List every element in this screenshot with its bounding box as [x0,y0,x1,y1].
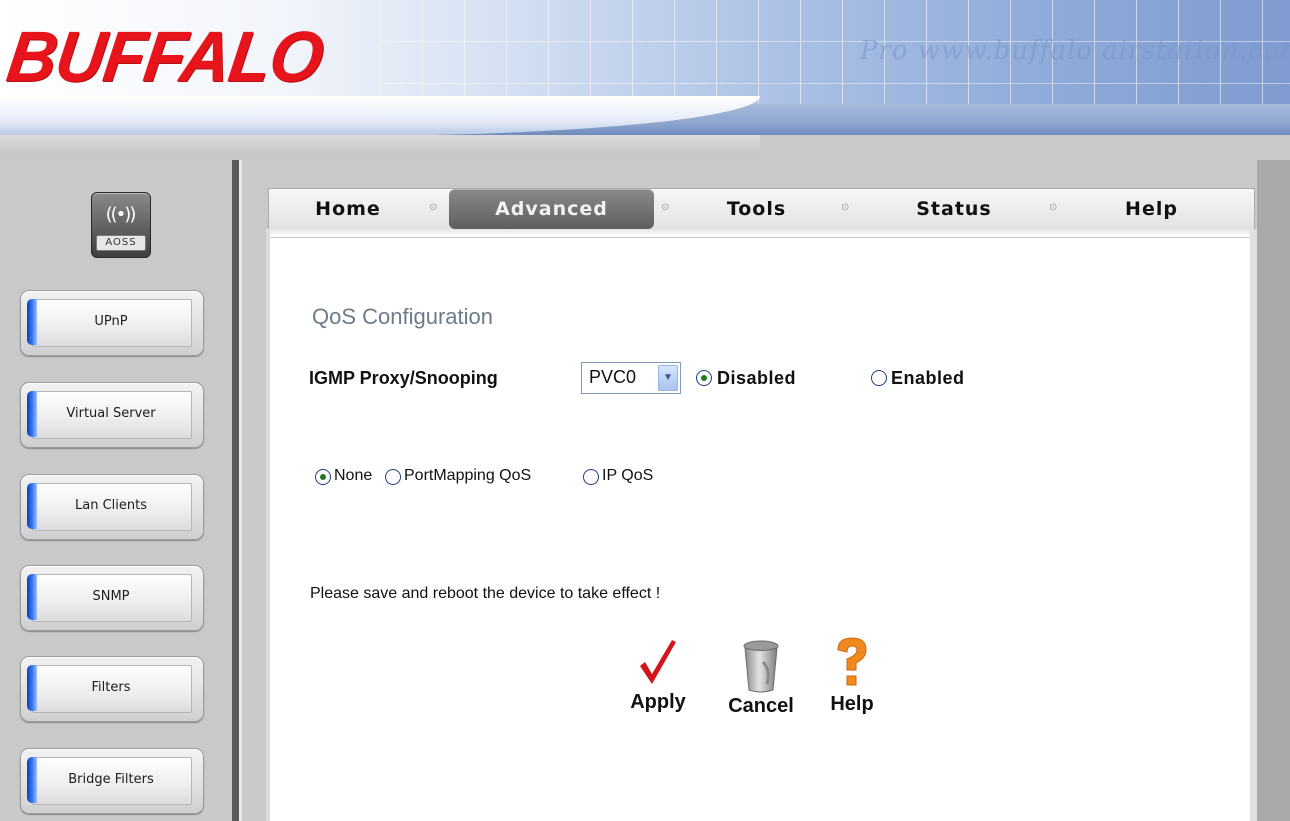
sidebar-item-label: Bridge Filters [68,772,154,787]
cancel-button[interactable]: Cancel [718,640,804,718]
page-title: QoS Configuration [312,304,493,329]
igmp-disabled-radio[interactable] [696,370,712,386]
qos-portmapping-label[interactable]: PortMapping QoS [404,467,531,485]
sidebar-item-label: Virtual Server [66,406,156,421]
tab-tools[interactable]: Tools [674,189,839,229]
help-button[interactable]: Help [820,636,884,716]
header-gray-band-top [0,135,760,157]
qos-none-label[interactable]: None [334,467,372,485]
tabs-underline [268,229,1253,237]
aoss-button[interactable]: ((•)) AOSS [91,192,151,258]
pvc-select-value: PVC0 [589,367,637,387]
help-label: Help [830,693,874,715]
question-mark-icon [837,637,867,686]
sidebar-divider-highlight [239,160,242,821]
reboot-notice: Please save and reboot the device to tak… [310,585,661,602]
qos-ip-radio[interactable] [583,469,599,485]
igmp-label: IGMP Proxy/Snooping [309,368,498,388]
tab-status[interactable]: Status [864,189,1044,229]
sidebar-divider [232,160,239,821]
apply-button[interactable]: Apply [620,640,696,714]
sidebar-item-label: Filters [91,680,131,695]
sidebar-item-label: SNMP [92,589,130,604]
tab-home[interactable]: Home [283,189,413,229]
sidebar-item-bridge-filters[interactable]: Bridge Filters [20,748,204,814]
sidebar-item-upnp[interactable]: UPnP [20,290,204,356]
right-gutter [1257,160,1290,821]
sidebar-item-label: Lan Clients [75,498,147,513]
aoss-label: AOSS [96,235,146,251]
igmp-disabled-label[interactable]: Disabled [717,368,796,389]
tab-advanced[interactable]: Advanced [449,189,654,229]
header-banner: Pro www.buffalo airstation.com BUFFALO [0,0,1290,135]
tab-separator-icon: ⊙ [661,202,670,213]
apply-label: Apply [630,691,686,713]
pvc-select[interactable]: PVC0 ▼ [581,362,681,394]
tab-separator-icon: ⊙ [429,202,438,213]
content-border-right [1250,229,1257,821]
checkmark-icon [640,640,676,684]
tab-separator-icon: ⊙ [841,202,850,213]
tab-help[interactable]: Help [1064,189,1239,229]
qos-none-radio[interactable] [315,469,331,485]
sidebar-item-label: UPnP [94,314,128,329]
main-tabs: Home ⊙ Advanced ⊙ Tools ⊙ Status ⊙ Help [268,188,1255,230]
trash-can-icon [743,640,779,693]
qos-portmapping-radio[interactable] [385,469,401,485]
header-watermark-text: Pro www.buffalo airstation.com [860,36,1290,66]
cancel-label: Cancel [728,695,794,717]
sidebar-item-virtual-server[interactable]: Virtual Server [20,382,204,448]
sidebar-item-filters[interactable]: Filters [20,656,204,722]
sidebar-item-lan-clients[interactable]: Lan Clients [20,474,204,540]
igmp-enabled-label[interactable]: Enabled [891,368,965,389]
chevron-down-icon[interactable]: ▼ [658,365,678,391]
tab-separator-icon: ⊙ [1049,202,1058,213]
buffalo-logo: BUFFALO [2,17,328,97]
igmp-enabled-radio[interactable] [871,370,887,386]
sidebar-item-snmp[interactable]: SNMP [20,565,204,631]
wireless-waves-icon: ((•)) [105,204,137,225]
qos-ip-label[interactable]: IP QoS [602,467,653,485]
header-watermark: Pro www.buffalo airstation.com [860,36,1290,76]
